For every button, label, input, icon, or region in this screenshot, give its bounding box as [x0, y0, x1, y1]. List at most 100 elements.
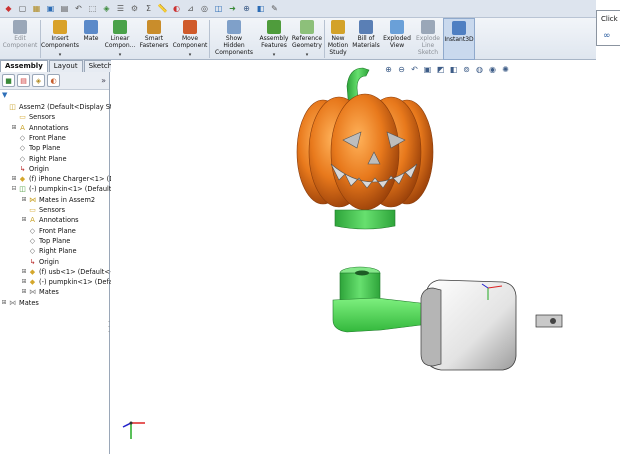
- collapse-icon[interactable]: ⊟: [11, 184, 17, 194]
- previous-view-icon[interactable]: ↶: [409, 64, 420, 75]
- exploded-view-button[interactable]: Exploded View: [381, 18, 413, 60]
- edit-icon[interactable]: ✎: [268, 2, 281, 15]
- expand-icon[interactable]: ⊞: [11, 174, 17, 184]
- tab-layout[interactable]: Layout: [48, 60, 83, 72]
- reference-geometry-button[interactable]: Reference Geometry ▾: [290, 18, 324, 60]
- edit-appearance-icon[interactable]: ◍: [474, 64, 485, 75]
- ruler-icon[interactable]: 📏: [156, 2, 169, 15]
- tree-item[interactable]: ◇ Front Plane: [21, 226, 76, 236]
- pumpkin-model[interactable]: [296, 67, 434, 230]
- new-icon[interactable]: ▢: [16, 2, 29, 15]
- expand-icon[interactable]: ⊞: [21, 195, 27, 205]
- tree-item[interactable]: ⊞ A Annotations: [11, 123, 69, 133]
- ribbon-button-label: New Motion Study: [327, 35, 349, 56]
- tree-item[interactable]: ⊞ ⋈ Mates in Assem2: [21, 195, 95, 205]
- file-properties-icon[interactable]: ☰: [114, 2, 127, 15]
- linear-component-pattern-icon: [113, 20, 127, 34]
- expand-icon[interactable]: ⊞: [21, 277, 27, 287]
- tab-assembly[interactable]: Assembly: [0, 60, 48, 72]
- tree-item[interactable]: ▭ Sensors: [11, 112, 55, 122]
- configuration-manager-icon[interactable]: ◈: [32, 74, 45, 87]
- zoom-to-fit-icon[interactable]: ⊕: [383, 64, 394, 75]
- move-component-button[interactable]: Move Component ▾: [171, 18, 209, 60]
- mate-button[interactable]: Mate: [79, 18, 103, 60]
- select-icon[interactable]: ⬚: [86, 2, 99, 15]
- display-style-icon[interactable]: ◧: [448, 64, 459, 75]
- tree-item[interactable]: ◫ Assem2 (Default<Display State-: [1, 102, 126, 112]
- options-icon[interactable]: ⚙: [128, 2, 141, 15]
- zoom-icon[interactable]: ⊕: [240, 2, 253, 15]
- filter-icon[interactable]: ▼: [2, 91, 7, 99]
- expand-icon[interactable]: ⊞: [21, 267, 27, 277]
- expand-icon[interactable]: ⊞: [21, 287, 27, 297]
- chevron-down-icon[interactable]: ▾: [189, 52, 192, 59]
- color-icon[interactable]: ◐: [170, 2, 183, 15]
- chevron-down-icon[interactable]: ▾: [273, 52, 276, 59]
- property-manager-icon[interactable]: ▤: [17, 74, 30, 87]
- tooltip-text: Click h: [601, 15, 620, 23]
- annotations-icon: A: [30, 216, 35, 225]
- plane-icon: ◇: [29, 247, 36, 256]
- tree-item[interactable]: ⊞ ⋈ Mates: [21, 287, 58, 297]
- expand-panel-icon[interactable]: »: [101, 76, 106, 85]
- insert-components-button[interactable]: Insert Components ▾: [41, 18, 79, 60]
- apply-scene-icon[interactable]: ◉: [487, 64, 498, 75]
- tree-item[interactable]: ↳ Origin: [21, 257, 59, 267]
- chevron-down-icon[interactable]: ▾: [306, 52, 309, 59]
- expand-icon[interactable]: ⊞: [21, 215, 27, 225]
- undo-icon[interactable]: ↶: [72, 2, 85, 15]
- tree-item[interactable]: ◇ Right Plane: [11, 154, 67, 164]
- tree-item-label: Annotations: [29, 123, 69, 132]
- edit-component-button[interactable]: Edit Component: [0, 18, 40, 60]
- tree-item-label: Assem2 (Default<Display State-: [19, 103, 126, 111]
- section-view-icon[interactable]: ▣: [422, 64, 433, 75]
- charger-model[interactable]: [332, 266, 563, 371]
- view-settings-icon[interactable]: ✺: [500, 64, 511, 75]
- chevron-down-icon[interactable]: ▾: [59, 52, 62, 59]
- open-icon[interactable]: ▦: [30, 2, 43, 15]
- tree-item[interactable]: ⊞ ◆ (-) pumpkin<1> (Default: [21, 277, 121, 287]
- tree-item[interactable]: ⊞ ◆ (f) iPhone Charger<1> (Defa: [11, 174, 124, 184]
- heads-up-view-toolbar: ⊕ ⊖ ↶ ▣ ◩ ◧ ⊚ ◍ ◉ ✺: [383, 64, 511, 75]
- smart-fasteners-button[interactable]: Smart Fasteners: [137, 18, 171, 60]
- instant3d-button[interactable]: Instant3D: [443, 18, 475, 60]
- expand-icon[interactable]: ⊞: [11, 123, 17, 133]
- arrow-icon[interactable]: ➜: [226, 2, 239, 15]
- mass-icon[interactable]: ◎: [198, 2, 211, 15]
- chevron-down-icon[interactable]: ▾: [119, 52, 122, 59]
- feature-tree-icon[interactable]: ■: [2, 74, 15, 87]
- tree-item-label: Sensors: [39, 206, 66, 214]
- view-icon[interactable]: ◧: [254, 2, 267, 15]
- linear-component-pattern-button[interactable]: Linear Compon... ▾: [103, 18, 137, 60]
- tree-item[interactable]: ◇ Right Plane: [21, 246, 77, 256]
- tree-item[interactable]: ⊞ ◆ (f) usb<1> (Default<<De: [21, 267, 124, 277]
- solidworks-logo-icon[interactable]: ◆: [2, 2, 15, 15]
- bill-of-materials-button[interactable]: Bill of Materials: [351, 18, 381, 60]
- tree-item[interactable]: ◇ Front Plane: [11, 133, 66, 143]
- graphics-area[interactable]: ⊕ ⊖ ↶ ▣ ◩ ◧ ⊚ ◍ ◉ ✺: [111, 60, 620, 454]
- tree-item[interactable]: ⊟ ◫ (-) pumpkin<1> (Default<D: [11, 184, 122, 194]
- zoom-area-icon[interactable]: ⊖: [396, 64, 407, 75]
- explode-line-sketch-button[interactable]: Explode Line Sketch: [413, 18, 443, 60]
- show-hidden-components-button[interactable]: Show Hidden Components: [210, 18, 258, 60]
- sum-icon[interactable]: Σ: [142, 2, 155, 15]
- plane-icon: ◇: [29, 236, 36, 245]
- save-icon[interactable]: ▣: [44, 2, 57, 15]
- hide-show-items-icon[interactable]: ⊚: [461, 64, 472, 75]
- tree-item[interactable]: ⊞ ⋈ Mates: [1, 298, 38, 308]
- tree-item[interactable]: ▭ Sensors: [21, 205, 65, 215]
- expand-icon[interactable]: ⊞: [1, 298, 7, 308]
- tree-item[interactable]: ◇ Top Plane: [21, 236, 71, 246]
- print-icon[interactable]: ▤: [58, 2, 71, 15]
- section-icon[interactable]: ◫: [212, 2, 225, 15]
- assembly-features-button[interactable]: Assembly Features ▾: [258, 18, 290, 60]
- tree-item[interactable]: ⊞ A Annotations: [21, 215, 78, 225]
- tree-item[interactable]: ◇ Top Plane: [11, 143, 61, 153]
- view-orientation-icon[interactable]: ◩: [435, 64, 446, 75]
- subassembly-icon: ◫: [19, 185, 26, 194]
- display-manager-icon[interactable]: ◐: [47, 74, 60, 87]
- rebuild-icon[interactable]: ◈: [100, 2, 113, 15]
- new-motion-study-button[interactable]: New Motion Study: [325, 18, 351, 60]
- measure-icon[interactable]: ⊿: [184, 2, 197, 15]
- tree-item[interactable]: ↳ Origin: [11, 164, 49, 174]
